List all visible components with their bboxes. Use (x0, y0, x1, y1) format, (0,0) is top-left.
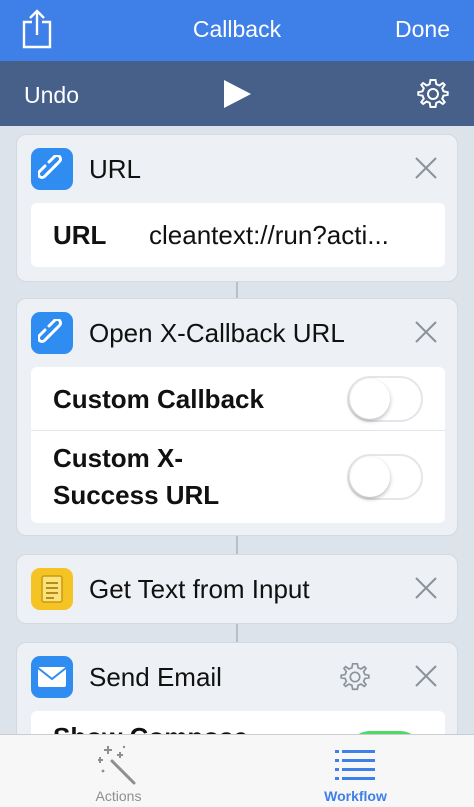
workflow-actions-list: URL URL cleantext://run?acti... Open X-C… (0, 126, 474, 734)
action-title: URL (89, 154, 142, 184)
action-title: Send Email (89, 662, 222, 692)
custom-callback-toggle[interactable] (347, 376, 423, 422)
close-icon[interactable] (413, 155, 439, 181)
url-field[interactable]: cleantext://run?acti... (149, 217, 389, 253)
close-icon[interactable] (413, 663, 439, 689)
navigation-bar: Callback Done (0, 0, 474, 61)
tab-label: Actions (95, 788, 142, 804)
tab-bar: Actions Workflow (0, 734, 474, 807)
link-icon (31, 148, 73, 190)
action-title: Open X-Callback URL (89, 318, 345, 348)
settings-gear-icon[interactable] (416, 77, 450, 111)
action-parameters: Show Compose (31, 711, 445, 734)
parameter-label: Custom X- (53, 443, 183, 473)
tab-workflow[interactable]: Workflow (237, 735, 474, 807)
parameter-label: Success URL (53, 480, 220, 510)
parameter-label: Custom Callback (53, 384, 264, 414)
tab-actions[interactable]: Actions (0, 735, 237, 807)
action-parameters: Custom Callback Custom X- Success URL (31, 367, 445, 523)
parameter-label: URL (53, 220, 107, 250)
parameter-row[interactable]: URL cleantext://run?acti... (31, 203, 445, 267)
magic-wand-icon (98, 745, 136, 785)
action-header: URL (17, 135, 457, 199)
action-header: Get Text from Input (17, 555, 457, 619)
action-card-send-email[interactable]: Send Email Show Compose (16, 642, 458, 734)
action-card-url[interactable]: URL URL cleantext://run?acti... (16, 134, 458, 282)
tab-label: Workflow (324, 788, 387, 804)
link-icon (31, 312, 73, 354)
play-icon[interactable] (221, 78, 253, 110)
undo-button[interactable]: Undo (24, 82, 79, 109)
action-header: Open X-Callback URL (17, 299, 457, 363)
close-icon[interactable] (413, 319, 439, 345)
note-icon (31, 568, 73, 610)
workflow-toolbar: Undo (0, 61, 474, 126)
close-icon[interactable] (413, 575, 439, 601)
parameter-row: Custom X- Success URL (31, 431, 445, 523)
list-icon (335, 750, 375, 780)
connector-line (236, 282, 238, 298)
parameter-row: Custom Callback (31, 367, 445, 431)
connector-line (236, 624, 238, 642)
gear-icon[interactable] (339, 661, 371, 693)
action-parameters: URL cleantext://run?acti... (31, 203, 445, 267)
custom-x-success-url-toggle[interactable] (347, 454, 423, 500)
action-card-open-x-callback-url[interactable]: Open X-Callback URL Custom Callback Cust… (16, 298, 458, 536)
action-title: Get Text from Input (89, 574, 310, 604)
parameter-label: Show Compose (53, 719, 248, 734)
connector-line (236, 536, 238, 554)
done-button[interactable]: Done (395, 16, 450, 43)
action-header: Send Email (17, 643, 457, 707)
parameter-row: Show Compose (31, 711, 445, 734)
envelope-icon (31, 656, 73, 698)
action-card-get-text-from-input[interactable]: Get Text from Input (16, 554, 458, 624)
